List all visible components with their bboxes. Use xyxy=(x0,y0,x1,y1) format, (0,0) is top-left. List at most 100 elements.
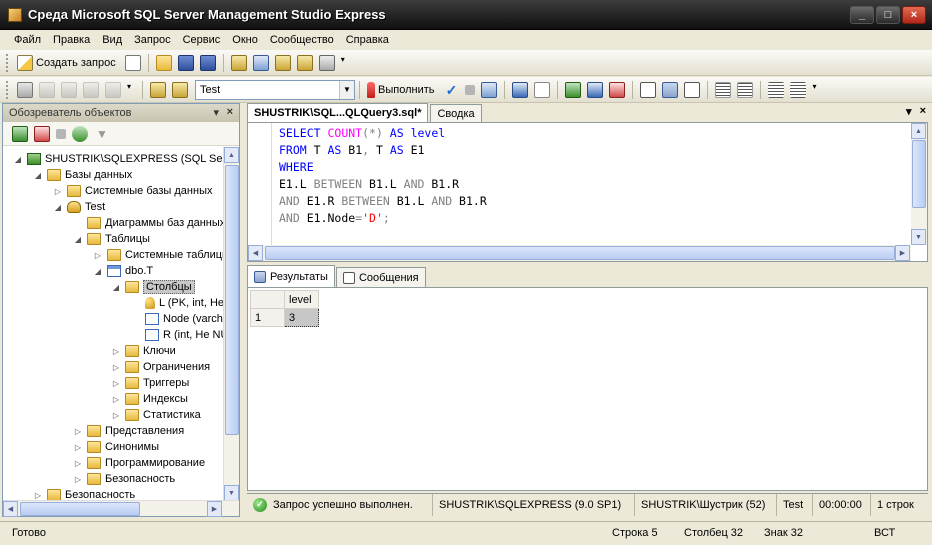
tab-summary[interactable]: Сводка xyxy=(430,104,482,122)
expand-toggle-icon[interactable]: ▷ xyxy=(73,459,83,468)
sqlcmd-mode-icon[interactable] xyxy=(609,81,626,98)
tree-vertical-scrollbar[interactable]: ▲ ▼ xyxy=(223,147,239,501)
scroll-thumb[interactable] xyxy=(20,502,140,516)
decrease-indent-icon[interactable] xyxy=(768,81,785,98)
expand-toggle-icon[interactable]: ▷ xyxy=(111,411,121,420)
scroll-up-icon[interactable]: ▲ xyxy=(224,147,239,163)
expand-toggle-icon[interactable]: ◢ xyxy=(13,155,23,164)
display-plan-icon[interactable] xyxy=(481,81,498,98)
tree-node[interactable]: ◢ Базы данных xyxy=(33,167,132,183)
scroll-right-icon[interactable]: ▶ xyxy=(207,501,222,517)
tree-node[interactable]: ◢ Test xyxy=(53,199,105,215)
tab-query[interactable]: SHUSTRIK\SQL...QLQuery3.sql* xyxy=(247,103,429,122)
tree-node[interactable]: ▷ Ограничения xyxy=(111,359,210,375)
tree-node[interactable]: ▷ Представления xyxy=(73,423,184,439)
template-explorer-icon[interactable] xyxy=(274,54,291,71)
toolbar-options-icon[interactable]: ▾ xyxy=(812,82,820,98)
scroll-right-icon[interactable]: ▶ xyxy=(895,245,910,261)
toolbar-options-icon[interactable]: ▾ xyxy=(127,82,135,98)
scroll-thumb[interactable] xyxy=(912,140,926,208)
tree-node[interactable]: Node (varchar(50), NULL) xyxy=(131,311,225,327)
close-icon[interactable]: × xyxy=(227,106,233,118)
disconnect-icon[interactable] xyxy=(34,125,50,142)
expand-toggle-icon[interactable]: ▷ xyxy=(53,187,63,196)
query-text[interactable]: SELECT COUNT(*) AS level FROM T AS B1, T… xyxy=(279,125,487,227)
tree-node[interactable]: R (int, Не NULL) xyxy=(131,327,225,343)
scroll-down-icon[interactable]: ▼ xyxy=(224,485,239,501)
tree-node[interactable]: ▷ Индексы xyxy=(111,391,188,407)
chevron-down-icon[interactable]: ▼ xyxy=(339,80,354,99)
menu-window[interactable]: Окно xyxy=(226,34,264,46)
save-icon[interactable] xyxy=(177,54,194,71)
close-icon[interactable]: × xyxy=(920,105,926,118)
expand-toggle-icon[interactable]: ▷ xyxy=(73,475,83,484)
maximize-button[interactable]: □ xyxy=(876,6,900,24)
tree-node[interactable]: ▷ Синонимы xyxy=(73,439,159,455)
results-to-text-icon[interactable] xyxy=(640,81,657,98)
connect-db-icon[interactable] xyxy=(150,81,166,98)
expand-toggle-icon[interactable]: ◢ xyxy=(93,267,103,276)
menu-view[interactable]: Вид xyxy=(96,34,128,46)
scroll-thumb[interactable] xyxy=(265,246,895,260)
row-number[interactable]: 1 xyxy=(250,308,285,327)
query-editor[interactable]: SELECT COUNT(*) AS level FROM T AS B1, T… xyxy=(247,122,928,262)
expand-toggle-icon[interactable]: ◢ xyxy=(111,283,121,292)
properties-icon[interactable] xyxy=(296,54,313,71)
expand-toggle-icon[interactable]: ▷ xyxy=(111,395,121,404)
tree-node[interactable]: Диаграммы баз данных xyxy=(73,215,225,231)
tree-node[interactable]: ▷ Статистика xyxy=(111,407,201,423)
tree-node[interactable]: L (PK, int, Не NULL) xyxy=(131,295,225,311)
corner-cell[interactable] xyxy=(250,290,285,309)
close-button[interactable]: × xyxy=(902,6,926,24)
expand-toggle-icon[interactable]: ▷ xyxy=(73,427,83,436)
disconnect-icon[interactable] xyxy=(39,81,55,98)
change-connection-icon[interactable] xyxy=(61,81,77,98)
tree-node[interactable]: ▷ Безопасность xyxy=(73,471,175,487)
xml-icon[interactable] xyxy=(105,81,121,98)
tab-results[interactable]: Результаты xyxy=(247,265,335,287)
toolbar-options-icon[interactable]: ▾ xyxy=(341,55,349,71)
specify-values-icon[interactable] xyxy=(534,81,551,98)
execute-icon[interactable] xyxy=(367,81,375,98)
sql-icon[interactable] xyxy=(83,81,99,98)
tree-node[interactable]: ◢ Столбцы xyxy=(111,279,195,295)
menu-edit[interactable]: Правка xyxy=(47,34,96,46)
toolbox-icon[interactable] xyxy=(318,54,335,71)
scroll-left-icon[interactable]: ◀ xyxy=(3,501,18,517)
open-folder-icon[interactable] xyxy=(155,54,172,71)
design-query-icon[interactable] xyxy=(512,81,529,98)
results-to-grid-icon[interactable] xyxy=(662,81,679,98)
change-db-icon[interactable] xyxy=(172,81,188,98)
editor-horizontal-scrollbar[interactable]: ◀ ▶ xyxy=(248,245,911,261)
tree-node[interactable]: ▷ Безопасность xyxy=(33,487,135,501)
tree-horizontal-scrollbar[interactable]: ◀ ▶ xyxy=(3,500,239,517)
tree-node[interactable]: ▷ Ключи xyxy=(111,343,176,359)
increase-indent-icon[interactable] xyxy=(790,81,807,98)
tree-node[interactable]: ◢ SHUSTRIK\SQLEXPRESS (SQL Server 9.0.304… xyxy=(13,151,225,167)
minimize-button[interactable]: _ xyxy=(850,6,874,24)
scroll-left-icon[interactable]: ◀ xyxy=(248,245,263,261)
toolbar-grip[interactable] xyxy=(6,53,10,72)
client-statistics-icon[interactable] xyxy=(587,81,604,98)
refresh-icon[interactable] xyxy=(72,125,88,142)
results-to-file-icon[interactable] xyxy=(684,81,701,98)
toolbar-grip[interactable] xyxy=(6,80,10,99)
expand-toggle-icon[interactable]: ▷ xyxy=(111,363,121,372)
scroll-down-icon[interactable]: ▼ xyxy=(911,229,926,245)
expand-toggle-icon[interactable]: ◢ xyxy=(73,235,83,244)
tree-node[interactable]: ◢ Таблицы xyxy=(73,231,150,247)
object-explorer-icon[interactable] xyxy=(252,54,269,71)
menu-tools[interactable]: Сервис xyxy=(177,34,227,46)
tree-node[interactable]: ▷ Триггеры xyxy=(111,375,189,391)
tree-node[interactable]: ▷ Системные базы данных xyxy=(53,183,212,199)
result-cell[interactable]: 3 xyxy=(284,308,319,327)
connect-icon[interactable] xyxy=(17,81,33,98)
tree-node[interactable]: ◢ dbo.T xyxy=(93,263,153,279)
registered-servers-icon[interactable] xyxy=(230,54,247,71)
tab-list-icon[interactable]: ▾ xyxy=(906,105,912,118)
menu-help[interactable]: Справка xyxy=(340,34,395,46)
expand-toggle-icon[interactable]: ▷ xyxy=(73,443,83,452)
database-select[interactable]: Test ▼ xyxy=(195,79,355,100)
expand-toggle-icon[interactable]: ▷ xyxy=(93,251,103,260)
scroll-thumb[interactable] xyxy=(225,165,239,435)
